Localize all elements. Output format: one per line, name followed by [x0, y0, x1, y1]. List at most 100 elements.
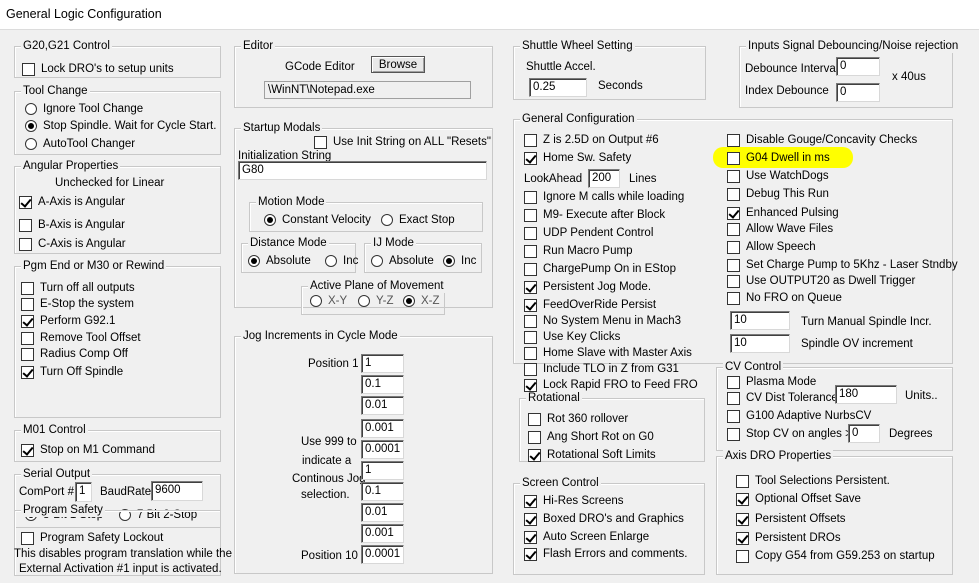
lock-dro-box[interactable] — [22, 62, 35, 76]
general-right-item[interactable]: Disable Gouge/Concavity Checks — [727, 133, 917, 147]
cv-dist-checkbox[interactable]: CV Dist Tolerance — [727, 391, 838, 405]
radio-xy[interactable] — [310, 295, 322, 307]
general-right-item[interactable]: Allow Wave Files — [727, 222, 833, 236]
general-right-box[interactable] — [727, 274, 740, 288]
home-sw-safety-checkbox[interactable]: Home Sw. Safety — [524, 151, 631, 165]
general-left-item[interactable]: UDP Pendent Control — [524, 226, 653, 240]
general-right-box[interactable] — [727, 258, 740, 272]
screen-item[interactable]: Flash Errors and comments. — [524, 547, 687, 561]
general-left-box[interactable] — [524, 362, 537, 376]
safety-lockout-checkbox[interactable]: Program Safety Lockout — [21, 531, 163, 545]
axis-dro-box[interactable] — [736, 531, 749, 545]
screen-item[interactable]: Boxed DRO's and Graphics — [524, 512, 684, 526]
general-left-item[interactable]: Persistent Jog Mode. — [524, 280, 651, 294]
use-init-string-checkbox[interactable]: Use Init String on ALL "Resets" — [314, 135, 491, 149]
screen-box[interactable] — [524, 512, 537, 526]
autotool-changer-radio[interactable]: AutoTool Changer — [25, 137, 135, 151]
general-left-item[interactable]: Include TLO in Z from G31 — [524, 362, 679, 376]
general-left-item[interactable]: Ignore M calls while loading — [524, 190, 684, 204]
general-left-box[interactable] — [524, 330, 537, 344]
plasma-mode-checkbox[interactable]: Plasma Mode — [727, 375, 816, 389]
rotational-box[interactable] — [528, 448, 541, 462]
rotational-box[interactable] — [528, 412, 541, 426]
stop-cv-box[interactable] — [727, 427, 740, 441]
b-axis-box[interactable] — [19, 218, 32, 232]
plane-xy-radio[interactable]: X-Y — [310, 294, 347, 308]
c-axis-box[interactable] — [19, 237, 32, 251]
axis-dro-box[interactable] — [736, 492, 749, 506]
screen-box[interactable] — [524, 547, 537, 561]
ij-inc-radio[interactable]: Inc — [443, 254, 476, 268]
axis-dro-item[interactable]: Tool Selections Persistent. — [736, 474, 890, 488]
general-left-item[interactable]: FeedOverRide Persist — [524, 298, 656, 312]
cv-dist-box[interactable] — [727, 391, 740, 405]
general-right-item[interactable]: Debug This Run — [727, 187, 829, 201]
jog-field[interactable]: 0.001 — [361, 524, 404, 543]
general-left-box[interactable] — [524, 378, 537, 392]
axis-dro-box[interactable] — [736, 549, 749, 563]
screen-box[interactable] — [524, 530, 537, 544]
stop-cv-field[interactable]: 0 — [848, 424, 880, 443]
general-right-box[interactable] — [727, 240, 740, 254]
axis-dro-item[interactable]: Copy G54 from G59.253 on startup — [736, 549, 935, 563]
pgm-end-box[interactable] — [21, 365, 34, 379]
general-left-box[interactable] — [524, 226, 537, 240]
editor-path-field[interactable]: \WinNT\Notepad.exe — [264, 81, 471, 99]
axis-dro-box[interactable] — [736, 512, 749, 526]
jog-field[interactable]: 0.001 — [361, 419, 404, 438]
jog-field[interactable]: 0.01 — [361, 503, 404, 522]
screen-box[interactable] — [524, 494, 537, 508]
cv-dist-field[interactable]: 180 — [835, 385, 897, 404]
general-left-box[interactable] — [524, 190, 537, 204]
radio-cv[interactable] — [264, 214, 276, 226]
jog-field[interactable]: 0.1 — [361, 482, 404, 501]
general-left-box[interactable] — [524, 262, 537, 276]
lock-dro-checkbox[interactable]: Lock DRO's to setup units — [22, 62, 174, 76]
jog-field[interactable]: 1 — [361, 461, 404, 480]
jog-field[interactable]: 0.01 — [361, 396, 404, 415]
general-right-box[interactable] — [727, 169, 740, 183]
general-right-box[interactable] — [727, 187, 740, 201]
general-left-box[interactable] — [524, 314, 537, 328]
g100-checkbox[interactable]: G100 Adaptive NurbsCV — [727, 409, 871, 423]
general-right-box[interactable] — [727, 206, 740, 220]
distance-absolute-radio[interactable]: Absolute — [248, 254, 311, 268]
index-debounce-field[interactable]: 0 — [836, 83, 880, 102]
pgm-end-box[interactable] — [21, 297, 34, 311]
lookahead-field[interactable]: 200 — [588, 169, 620, 188]
axis-dro-item[interactable]: Persistent Offsets — [736, 512, 846, 526]
general-left-item[interactable]: Lock Rapid FRO to Feed FRO — [524, 378, 698, 392]
general-left-box[interactable] — [524, 346, 537, 360]
debounce-interval-field[interactable]: 0 — [836, 57, 880, 76]
pgm-end-box[interactable] — [21, 347, 34, 361]
pgm-end-item[interactable]: Perform G92.1 — [21, 314, 115, 328]
rotational-box[interactable] — [528, 430, 541, 444]
plasma-box[interactable] — [727, 375, 740, 389]
general-right-box[interactable] — [727, 222, 740, 236]
z25d-box[interactable] — [524, 133, 537, 147]
pgm-end-box[interactable] — [21, 331, 34, 345]
radio-ignore-tool[interactable] — [25, 103, 37, 115]
radio-dist-abs[interactable] — [248, 255, 260, 267]
general-right-item[interactable]: Use WatchDogs — [727, 169, 829, 183]
pgm-end-box[interactable] — [21, 281, 34, 295]
ij-absolute-radio[interactable]: Absolute — [371, 254, 434, 268]
g04-dwell-box[interactable] — [727, 151, 740, 165]
plane-xz-radio[interactable]: X-Z — [403, 294, 440, 308]
stop-m1-box[interactable] — [21, 443, 34, 457]
pgm-end-item[interactable]: Turn Off Spindle — [21, 365, 123, 379]
axis-dro-box[interactable] — [736, 474, 749, 488]
b-axis-angular-checkbox[interactable]: B-Axis is Angular — [19, 218, 125, 232]
rotational-item[interactable]: Ang Short Rot on G0 — [528, 430, 654, 444]
radio-ij-inc[interactable] — [443, 255, 455, 267]
g04-dwell-checkbox[interactable]: G04 Dwell in ms — [727, 151, 830, 165]
general-left-box[interactable] — [524, 208, 537, 222]
shuttle-accel-field[interactable]: 0.25 — [529, 78, 587, 97]
a-axis-angular-checkbox[interactable]: A-Axis is Angular — [19, 195, 125, 209]
general-left-item[interactable]: Use Key Clicks — [524, 330, 620, 344]
general-right-item[interactable]: Use OUTPUT20 as Dwell Trigger — [727, 274, 915, 288]
plane-yz-radio[interactable]: Y-Z — [358, 294, 393, 308]
rotational-item[interactable]: Rotational Soft Limits — [528, 448, 656, 462]
general-left-item[interactable]: M9- Execute after Block — [524, 208, 665, 222]
jog-field[interactable]: 0.1 — [361, 375, 404, 394]
